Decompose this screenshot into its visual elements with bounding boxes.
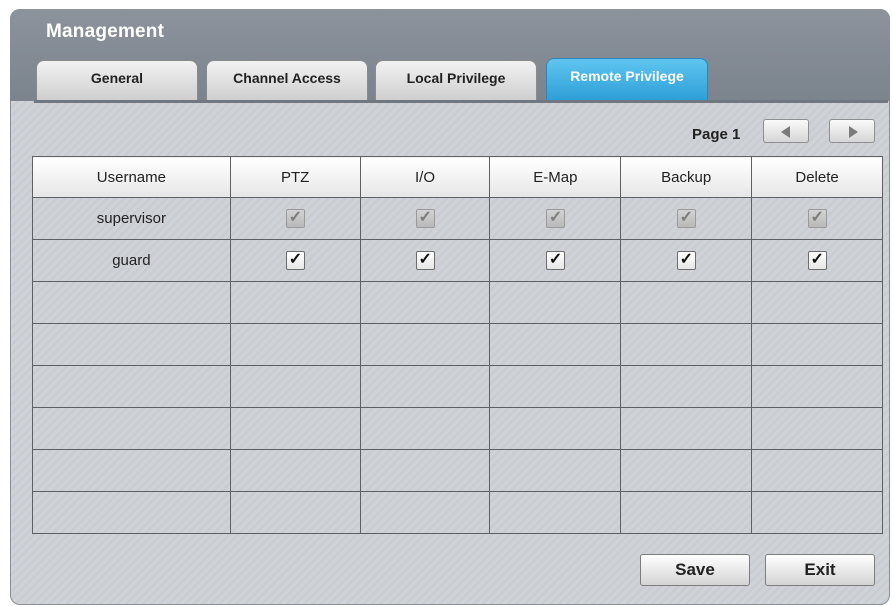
column-header-emap: E-Map: [489, 156, 622, 198]
io-checkbox[interactable]: ✓: [415, 251, 435, 270]
exit-button[interactable]: Exit: [765, 554, 875, 586]
checkmark-icon: ✓: [810, 251, 824, 268]
empty-cell: [620, 323, 753, 366]
empty-cell: [751, 281, 883, 324]
checkmark-icon: ✓: [679, 251, 694, 268]
username-cell: supervisor: [32, 197, 231, 240]
delete-checkbox: ✓: [807, 209, 827, 228]
backup-checkbox: ✓: [676, 209, 696, 228]
column-header-backup: Backup: [620, 156, 753, 198]
empty-table-row: [32, 407, 883, 450]
empty-cell: [32, 365, 231, 408]
emap-checkbox: ✓: [545, 209, 565, 228]
backup-cell: ✓: [620, 239, 753, 282]
empty-cell: [32, 281, 231, 324]
empty-table-row: [32, 491, 883, 534]
tab-general[interactable]: General: [36, 60, 198, 100]
ptz-cell: ✓: [229, 239, 361, 282]
io-cell: ✓: [359, 197, 491, 240]
empty-cell: [489, 323, 622, 366]
empty-cell: [32, 407, 231, 450]
table-row: supervisor ✓ ✓ ✓ ✓ ✓: [32, 197, 883, 240]
empty-cell: [229, 365, 361, 408]
empty-cell: [620, 281, 753, 324]
io-cell: ✓: [359, 239, 491, 282]
emap-cell: ✓: [489, 197, 622, 240]
checkmark-icon: ✓: [288, 251, 303, 268]
table-row: guard ✓ ✓ ✓ ✓ ✓: [32, 239, 883, 282]
dialog-title: Management: [46, 21, 165, 42]
empty-table-row: [32, 281, 883, 324]
empty-cell: [32, 491, 231, 534]
empty-cell: [359, 449, 491, 492]
column-header-delete: Delete: [751, 156, 883, 198]
empty-cell: [751, 491, 883, 534]
empty-cell: [359, 281, 491, 324]
empty-cell: [751, 449, 883, 492]
save-button[interactable]: Save: [640, 554, 750, 586]
io-checkbox: ✓: [415, 209, 435, 228]
empty-cell: [620, 449, 753, 492]
privilege-table: Username PTZ I/O E-Map Backup Delete sup…: [32, 156, 883, 534]
empty-cell: [751, 407, 883, 450]
empty-cell: [359, 365, 491, 408]
empty-cell: [751, 365, 883, 408]
ptz-cell: ✓: [229, 197, 361, 240]
column-header-io: I/O: [359, 156, 491, 198]
empty-cell: [489, 491, 622, 534]
page-indicator: Page 1: [692, 126, 741, 143]
empty-cell: [489, 365, 622, 408]
ptz-checkbox: ✓: [285, 209, 305, 228]
empty-cell: [751, 323, 883, 366]
triangle-right-icon: [849, 126, 858, 138]
backup-checkbox[interactable]: ✓: [676, 251, 696, 270]
checkmark-icon: ✓: [548, 251, 563, 268]
tab-remote-privilege[interactable]: Remote Privilege: [546, 58, 708, 100]
empty-cell: [489, 449, 622, 492]
empty-table-row: [32, 449, 883, 492]
tab-local-privilege[interactable]: Local Privilege: [375, 60, 537, 100]
empty-cell: [229, 407, 361, 450]
empty-cell: [32, 323, 231, 366]
dialog-header: Management General Channel Access Local …: [10, 9, 890, 101]
empty-cell: [229, 449, 361, 492]
empty-cell: [229, 281, 361, 324]
column-header-username: Username: [32, 156, 231, 198]
checkmark-icon: ✓: [418, 209, 432, 226]
table-header-row: Username PTZ I/O E-Map Backup Delete: [32, 156, 883, 198]
delete-cell: ✓: [751, 239, 883, 282]
backup-cell: ✓: [620, 197, 753, 240]
ptz-checkbox[interactable]: ✓: [285, 251, 305, 270]
username-cell: guard: [32, 239, 231, 282]
checkmark-icon: ✓: [679, 209, 694, 226]
checkmark-icon: ✓: [288, 209, 303, 226]
tab-underline: [34, 100, 888, 103]
checkmark-icon: ✓: [548, 209, 563, 226]
empty-cell: [229, 323, 361, 366]
empty-cell: [620, 365, 753, 408]
delete-cell: ✓: [751, 197, 883, 240]
empty-cell: [489, 281, 622, 324]
empty-cell: [359, 407, 491, 450]
empty-cell: [32, 449, 231, 492]
empty-table-row: [32, 323, 883, 366]
prev-page-button[interactable]: [763, 119, 809, 143]
triangle-left-icon: [781, 126, 790, 138]
empty-cell: [489, 407, 622, 450]
column-header-ptz: PTZ: [229, 156, 361, 198]
empty-cell: [229, 491, 361, 534]
tab-channel-access[interactable]: Channel Access: [206, 60, 368, 100]
empty-cell: [359, 491, 491, 534]
management-dialog: Management General Channel Access Local …: [10, 9, 890, 605]
emap-checkbox[interactable]: ✓: [545, 251, 565, 270]
delete-checkbox[interactable]: ✓: [807, 251, 827, 270]
empty-cell: [620, 491, 753, 534]
emap-cell: ✓: [489, 239, 622, 282]
empty-cell: [620, 407, 753, 450]
checkmark-icon: ✓: [418, 251, 432, 268]
empty-cell: [359, 323, 491, 366]
empty-table-row: [32, 365, 883, 408]
checkmark-icon: ✓: [810, 209, 824, 226]
next-page-button[interactable]: [829, 119, 875, 143]
